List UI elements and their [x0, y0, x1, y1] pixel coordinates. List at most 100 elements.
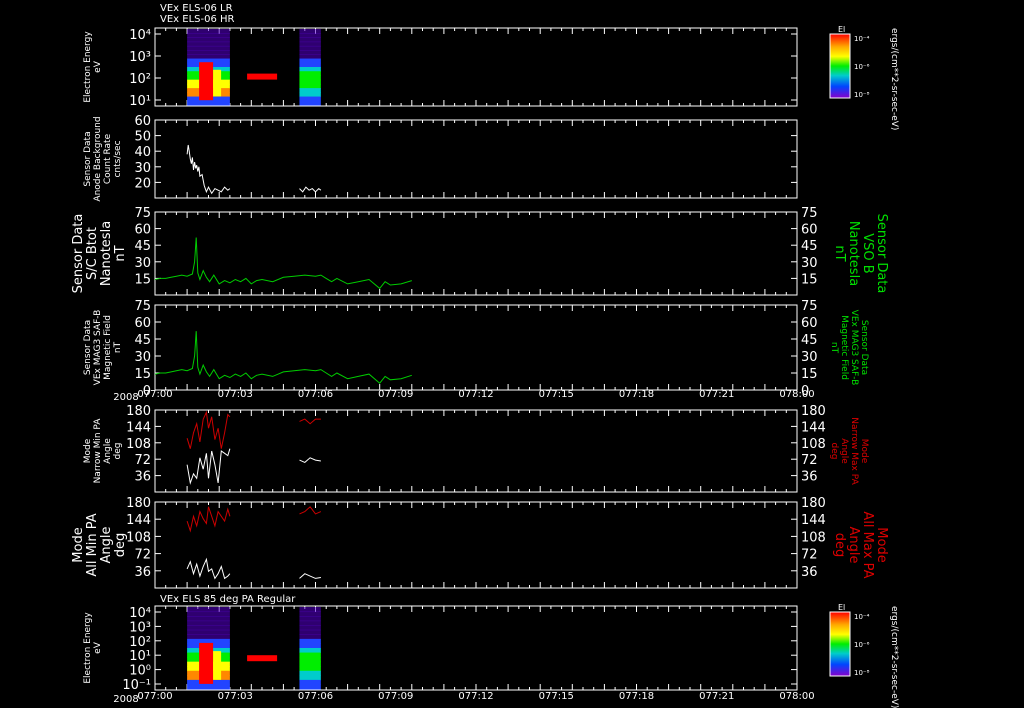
- colorbar-tick-label: 10⁻⁶: [854, 641, 870, 649]
- colorbar-tick-label: 10⁻⁸: [854, 669, 870, 677]
- spectrogram-band: [299, 29, 321, 34]
- y-tick-label-right: 72: [801, 453, 818, 468]
- right-axis-label-line: nT: [832, 245, 847, 261]
- right-axis-label-line: deg: [832, 533, 847, 558]
- spectrogram-band: [187, 29, 230, 34]
- spectrogram-band: [187, 616, 230, 622]
- spectrogram-band: [299, 666, 321, 672]
- y-tick-label: 75: [134, 206, 151, 221]
- spectrogram-band: [299, 33, 321, 38]
- y-tick-label: 10⁰: [129, 664, 151, 679]
- y-tick-label-right: 30: [801, 256, 818, 271]
- left-axis-label-line: eV: [93, 60, 103, 73]
- y-tick-label: 144: [126, 420, 151, 435]
- spectrogram-band: [299, 92, 321, 98]
- right-axis-label-line: Narrow Max PA: [849, 417, 859, 485]
- y-tick-label: 36: [134, 565, 151, 580]
- time-tick-label: 077:18: [619, 389, 654, 400]
- left-axis-label-line: nT: [113, 245, 128, 261]
- spectrogram-band: [299, 83, 321, 89]
- header-line-1: VEx ELS-06 LR: [160, 3, 233, 14]
- y-tick-label-right: 60: [801, 223, 818, 238]
- left-axis-label-line: Electron Energy: [83, 612, 93, 684]
- right-axis-label-line: VSO B: [860, 233, 875, 273]
- left-axis-label-line: Narrow Min PA: [93, 418, 103, 484]
- left-axis-label-line: Sensor Data: [83, 131, 93, 186]
- spectrogram-band: [187, 625, 230, 631]
- left-axis-label-line: deg: [113, 443, 123, 460]
- spectrogram-band: [299, 670, 321, 676]
- y-tick-label-right: 15: [801, 272, 818, 287]
- spectrogram-band: [299, 62, 321, 68]
- colorbar-tick-label: 10⁻⁴: [854, 35, 870, 43]
- left-axis-label-line: Mode: [71, 527, 86, 562]
- y-tick-label-right: 75: [801, 206, 818, 221]
- left-axis-label-line: S/C Btot: [85, 227, 100, 280]
- right-axis-label-line: nT: [829, 342, 839, 354]
- spectrogram-band: [299, 634, 321, 640]
- y-tick-label: 60: [134, 223, 151, 238]
- y-tick-label-right: 108: [801, 437, 826, 452]
- y-tick-label: 45: [134, 239, 151, 254]
- y-tick-label-right: 72: [801, 548, 818, 563]
- spectrogram-band: [299, 661, 321, 667]
- y-tick-label: 108: [126, 530, 151, 545]
- colorbar-gradient: [829, 611, 851, 677]
- time-tick-label: 077:09: [378, 691, 413, 702]
- right-axis-label-line: Nanotesla: [846, 221, 861, 286]
- spectrogram-band: [299, 643, 321, 649]
- left-axis-label-line: deg: [113, 533, 128, 558]
- spectrogram-band: [299, 607, 321, 613]
- right-axis-label-line: deg: [829, 443, 839, 460]
- panel-title: VEx ELS 85 deg PA Regular: [160, 594, 296, 605]
- right-axis-label-line: VEx MAG3 SAF-B: [849, 310, 859, 386]
- right-axis-label-line: Sensor Data: [874, 214, 889, 294]
- time-tick-label: 077:03: [218, 389, 253, 400]
- y-tick-label: 72: [134, 548, 151, 563]
- time-tick-label: 078:00: [779, 389, 814, 400]
- spectrogram-band: [187, 54, 230, 60]
- spectrogram-band: [299, 629, 321, 635]
- y-tick-label: 10⁴: [129, 606, 151, 621]
- spectrogram-band: [299, 88, 321, 93]
- y-tick-label-right: 60: [801, 316, 818, 331]
- y-tick-label: 60: [134, 316, 151, 331]
- colorbar-title: El: [838, 25, 845, 34]
- right-axis-label-line: All Max PA: [860, 511, 875, 578]
- spectrogram-band: [299, 611, 321, 617]
- spectrogram-block-1: [299, 29, 321, 106]
- y-tick-label-right: 108: [801, 530, 826, 545]
- time-tick-label: 077:00: [137, 691, 172, 702]
- time-tick-label: 077:15: [539, 389, 574, 400]
- spectrogram-band: [187, 45, 230, 51]
- spectrogram-block-1: [299, 607, 321, 690]
- y-tick-label-right: 15: [801, 367, 818, 382]
- colorbar-tick-label: 10⁻⁸: [854, 91, 870, 99]
- spectrogram-hotspot: [199, 62, 214, 101]
- spectrogram-band: [187, 37, 230, 43]
- time-tick-label: 077:03: [218, 691, 253, 702]
- colorbar-unit: ergs/(cm**2-sr-sec-eV): [889, 28, 899, 130]
- y-tick-label-right: 30: [801, 350, 818, 365]
- left-axis-label-line: Anode Background: [93, 116, 103, 201]
- spectrogram-band: [187, 634, 230, 640]
- spectrogram-band: [187, 41, 230, 47]
- colorbar-tick-label: 10⁻⁴: [854, 613, 870, 621]
- left-axis-label-line: Magnetic Field: [103, 315, 113, 380]
- spectrogram-band: [299, 620, 321, 626]
- y-tick-label: 10³: [129, 50, 151, 65]
- time-tick-label: 077:21: [699, 691, 734, 702]
- spectrogram-band: [299, 679, 321, 685]
- spectrogram-band: [299, 50, 321, 55]
- y-tick-label: 20: [134, 176, 151, 191]
- time-tick-label: 077:12: [458, 691, 493, 702]
- left-axis-label-line: nT: [113, 341, 123, 353]
- y-tick-label: 30: [134, 256, 151, 271]
- left-axis-label-line: eV: [93, 641, 103, 654]
- y-tick-label-right: 45: [801, 239, 818, 254]
- multi-panel-plot: VEx ELS-06 LR VEx ELS-06 HR 2008 2008 10…: [0, 0, 1024, 708]
- left-axis-label-line: Electron Energy: [83, 31, 93, 103]
- spectrogram-hotspot: [213, 69, 222, 97]
- spectrogram-band: [187, 50, 230, 55]
- time-tick-label: 077:12: [458, 389, 493, 400]
